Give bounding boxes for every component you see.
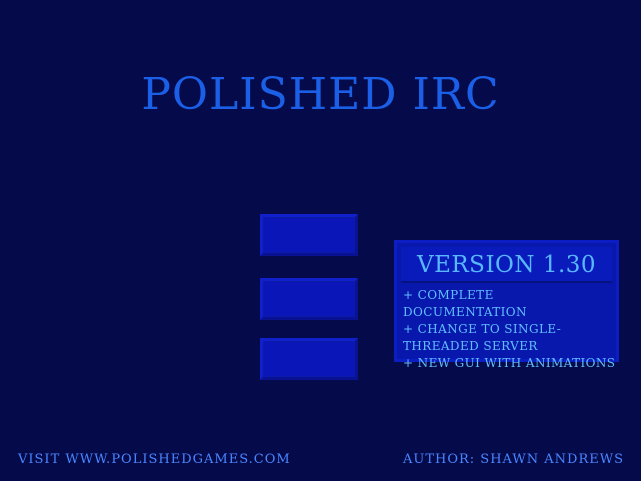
author-credit: Author: Shawn Andrews xyxy=(402,452,624,467)
changelog-item: + Complete documentation xyxy=(403,288,527,319)
version-title: Version 1.30 xyxy=(401,247,612,283)
changelog-list: + Complete documentation + Change to sin… xyxy=(403,287,617,372)
version-panel: Version 1.30 + Complete documentation + … xyxy=(394,240,619,370)
menu-button-1[interactable] xyxy=(260,214,358,256)
menu-button-2[interactable] xyxy=(260,278,358,320)
changelog-item: + Change to single-threaded server xyxy=(403,322,562,353)
app-title: Polished IRC xyxy=(141,69,500,120)
menu-button-3[interactable] xyxy=(260,338,358,380)
website-link[interactable]: Visit www.polishedgames.com xyxy=(18,452,291,468)
changelog-item: + New GUI with animations xyxy=(403,356,616,370)
